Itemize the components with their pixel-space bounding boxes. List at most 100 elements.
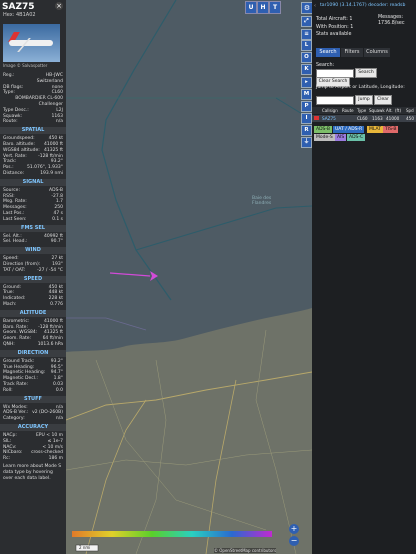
field-label: Sel. Head.: (3, 239, 28, 245)
map-button-t[interactable]: T (269, 1, 281, 14)
map-button-u[interactable]: U (245, 1, 257, 14)
close-icon[interactable]: × (55, 2, 63, 10)
field-value: 0.03 (52, 382, 63, 387)
fullscreen-icon[interactable]: ⤢ (301, 16, 312, 27)
tab-search[interactable]: Search (316, 48, 340, 57)
field-value: 0.776 (50, 302, 63, 307)
learn-more-note: Learn more about Mode S data type by hov… (3, 464, 62, 481)
source-link[interactable]: tar1090 (3.14.1767) decoder: readsb (320, 3, 405, 8)
field-label: True: (3, 290, 15, 296)
field-label: Ground: (3, 284, 22, 290)
data-row: Roll: 0.0 (3, 388, 63, 394)
field-value: 186 m (48, 456, 63, 462)
section-header-accuracy: ACCURACY (0, 424, 66, 431)
section-header-wind: WIND (0, 247, 66, 255)
field-value: n/a (55, 416, 63, 422)
field-label: Indicated: (3, 296, 26, 302)
row-callsign: SAZ75 (322, 116, 336, 121)
field-label: Last Pos.: (3, 211, 25, 216)
field-label: Direction (from): (3, 262, 41, 267)
search-label: Search: (316, 63, 335, 68)
field-value: 47 s (53, 211, 63, 216)
field-value: 41000 ft (43, 142, 63, 147)
col-callsign[interactable]: Callsign (322, 108, 338, 113)
layers-icon[interactable]: ≡ (301, 29, 312, 40)
jump-button[interactable]: Jump (355, 95, 373, 105)
field-value: L2J (56, 107, 63, 113)
tab-columns[interactable]: Columns (364, 48, 390, 57)
field-label: Reg.: (3, 73, 15, 78)
zoom-out-button[interactable]: − (289, 536, 299, 546)
field-value: 27 kt (51, 256, 63, 262)
table-row[interactable]: SAZ75 CL60 1163 41000 450 (312, 115, 416, 122)
field-label: NACp: (3, 433, 17, 438)
collapse-icon[interactable]: ‹ (314, 3, 316, 9)
tab-filters[interactable]: Filters (341, 48, 363, 57)
jump-input[interactable] (316, 96, 354, 105)
stats-available[interactable]: Stats available (316, 32, 351, 37)
field-label: Sel. Alt.: (3, 233, 22, 239)
row-type: CL60 (357, 116, 368, 121)
legend-uat: UAT / ADS-R (333, 126, 365, 133)
zoom-in-button[interactable]: + (289, 524, 299, 534)
col-route[interactable]: Route (342, 108, 354, 113)
field-value: 193° (52, 262, 63, 267)
field-value: ≤ 1e-7 (47, 438, 63, 444)
map-button-k[interactable]: K (301, 64, 312, 75)
field-label: Track: (3, 159, 17, 165)
field-label: DB flags: (3, 84, 24, 90)
field-value: 41325 ft (43, 147, 63, 153)
right-panel: ‹ tar1090 (3.14.1767) decoder: readsb To… (312, 0, 416, 554)
field-label: Rc: (3, 456, 11, 462)
search-button[interactable]: Search (355, 68, 377, 78)
legend-adsc: ADS-C (347, 134, 366, 141)
clear-button[interactable]: Clear (374, 95, 392, 105)
field-value: 51.076°, 1.933° (27, 165, 63, 171)
field-label: Ground Track: (3, 358, 35, 364)
map-button-m[interactable]: M (301, 89, 312, 100)
map-button-o[interactable]: O (301, 52, 312, 63)
col-type[interactable]: Type (357, 108, 366, 113)
section-header-direction: DIRECTION (0, 349, 66, 357)
data-row: Mach: 0.776 (3, 302, 63, 308)
messages-label: Messages: (378, 15, 404, 20)
field-value: 1.8° (53, 376, 63, 382)
field-label: Groundspeed: (3, 136, 35, 142)
image-credit: Image © Salvaspotter (3, 63, 48, 68)
map-button-l[interactable]: L (301, 40, 312, 51)
map-button-h[interactable]: H (257, 1, 269, 14)
field-label: Type: (3, 90, 15, 96)
field-label: Route: (3, 119, 18, 125)
field-value: 450 kt (48, 136, 63, 142)
section-header-speed: SPEED (0, 275, 66, 283)
field-value: 93.2° (50, 159, 63, 165)
field-label: RSSI: (3, 193, 15, 199)
total-aircraft: Total Aircraft: 1 (316, 17, 353, 22)
section-header-fms-sel: FMS SEL (0, 224, 66, 232)
field-label: True Heading: (3, 364, 35, 370)
col-squawk[interactable]: Squawk (369, 108, 385, 113)
field-label: SIL: (3, 438, 12, 444)
map-button-r[interactable]: R (301, 125, 312, 136)
field-label: Track Rate: (3, 382, 29, 387)
data-row: Distance: 193.9 nmi (3, 171, 63, 177)
legend-ais: AIS (335, 134, 347, 141)
field-value: v2 (DO-260B) (32, 410, 63, 416)
detail-row: Route: n/a (3, 119, 63, 125)
field-value: 93.2° (50, 358, 63, 364)
aircraft-info-panel: SAZ75 × Hex: 4B1A02 Image © Salvaspotter… (0, 0, 66, 554)
map[interactable]: Baie des Flandres 2 nmi © OpenStreetMap c… (66, 0, 312, 554)
field-value: 41325 ft (43, 330, 63, 336)
field-value: ADS-B (49, 187, 63, 193)
field-label: Barometric: (3, 318, 30, 324)
scale-label: 2 nmi (79, 545, 91, 550)
aircraft-photo[interactable] (3, 24, 60, 62)
map-button-p[interactable]: P (301, 101, 312, 112)
table-header-row: Callsign Route Type Squawk Alt. (ft) Spd (312, 107, 416, 114)
filter-icon[interactable]: ⏚ (301, 137, 312, 148)
col-speed[interactable]: Spd (406, 108, 414, 113)
map-button-i[interactable]: I (301, 113, 312, 124)
forward-icon[interactable]: ▸ (301, 77, 312, 88)
field-value: -128 ft/min (38, 324, 63, 330)
col-alt[interactable]: Alt. (386, 108, 393, 113)
